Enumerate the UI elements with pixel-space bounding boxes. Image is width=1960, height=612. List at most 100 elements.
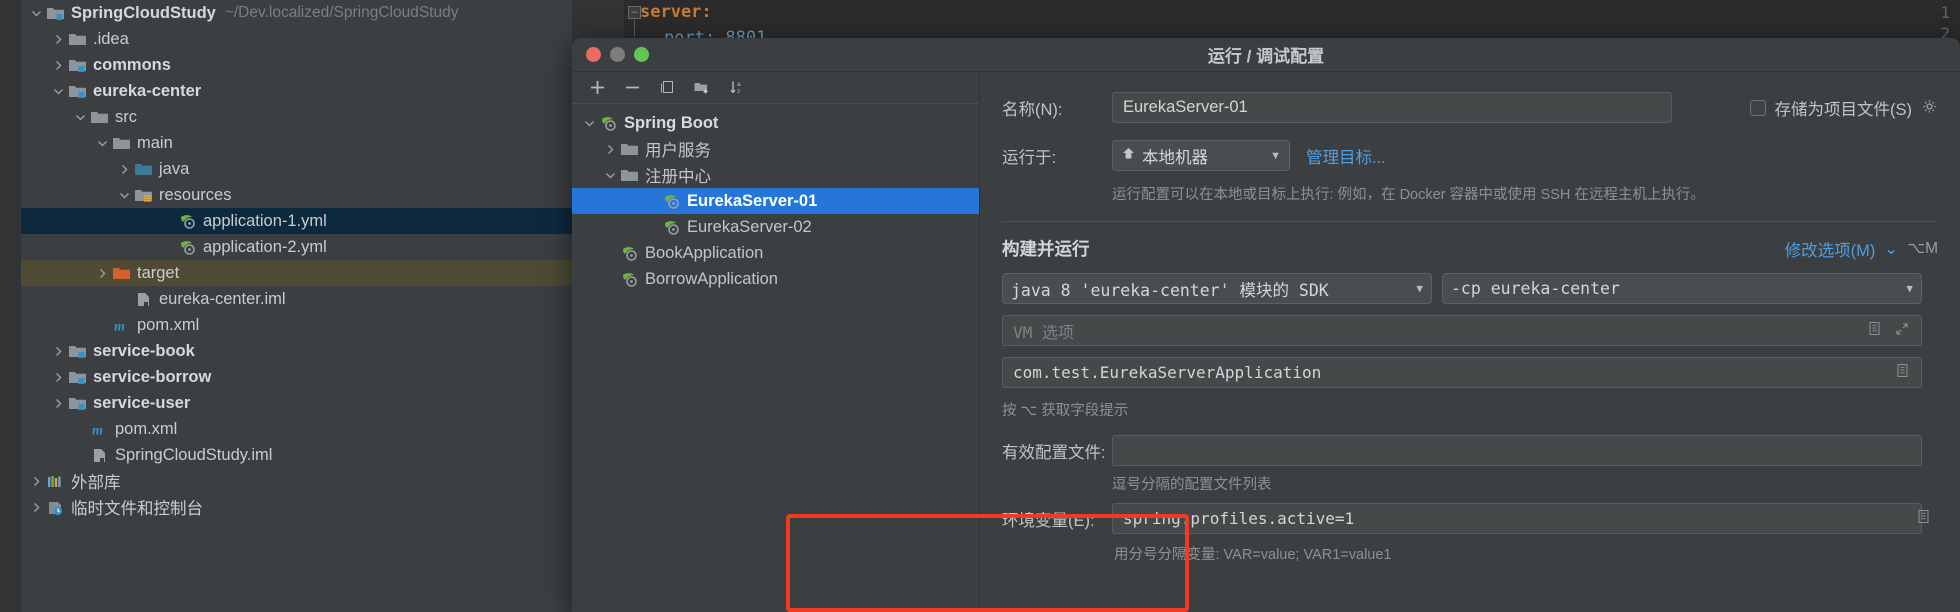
- project-tree-item[interactable]: service-book: [21, 338, 572, 364]
- run-configuration-item[interactable]: BookApplication: [572, 240, 979, 266]
- sdk-classpath-row: java 8 'eureka-center' 模块的 SDK ▼ -cp eur…: [1002, 273, 1938, 304]
- chevron-right-icon[interactable]: [27, 476, 45, 487]
- chevron-down-icon[interactable]: ▼: [1896, 282, 1913, 295]
- tool-window-stripe: [0, 0, 21, 612]
- run-debug-configurations-dialog[interactable]: 运行 / 调试配置 a z Spring Boot 用户服务 注册中心 Eure…: [572, 38, 1960, 612]
- manage-targets-link[interactable]: 管理目标...: [1306, 144, 1386, 168]
- project-tree-item[interactable]: m pom.xml: [21, 312, 572, 338]
- classpath-combo[interactable]: -cp eureka-center ▼: [1442, 273, 1922, 304]
- main-class-input[interactable]: com.test.EurekaServerApplication: [1002, 357, 1922, 388]
- svg-text:m: m: [114, 319, 125, 334]
- project-tree-panel[interactable]: SpringCloudStudy ~/Dev.localized/SpringCl…: [0, 0, 572, 612]
- chevron-right-icon[interactable]: [27, 502, 45, 513]
- project-tree-item-label: service-borrow: [93, 367, 212, 386]
- project-tree-item[interactable]: resources: [21, 182, 572, 208]
- chevron-down-icon[interactable]: [601, 170, 619, 181]
- chevron-right-icon[interactable]: [93, 268, 111, 279]
- project-tree-item[interactable]: application-1.yml: [21, 208, 572, 234]
- project-tree-item[interactable]: service-borrow: [21, 364, 572, 390]
- dialog-title: 运行 / 调试配置: [1207, 47, 1325, 66]
- chevron-down-icon[interactable]: [115, 190, 133, 201]
- project-tree-item-label: eureka-center: [93, 81, 202, 100]
- store-as-project-file-row[interactable]: 存储为项目文件(S): [1749, 96, 1939, 120]
- project-tree-item[interactable]: SpringCloudStudy.iml: [21, 442, 572, 468]
- spring-boot-icon: [619, 244, 640, 262]
- close-window-icon[interactable]: [586, 47, 601, 62]
- spring-yaml-icon: [177, 212, 198, 230]
- window-controls[interactable]: [586, 47, 649, 62]
- chevron-down-icon[interactable]: ▼: [1406, 282, 1423, 295]
- project-tree-item[interactable]: service-user: [21, 390, 572, 416]
- vm-options-placeholder: VM 选项: [1013, 322, 1074, 342]
- chevron-down-icon[interactable]: [71, 112, 89, 123]
- expand-arrows-icon[interactable]: [1895, 321, 1909, 340]
- chevron-down-icon[interactable]: [27, 8, 45, 19]
- run-on-target-combo[interactable]: 本地机器 ▼: [1112, 140, 1290, 171]
- project-tree-item[interactable]: main: [21, 130, 572, 156]
- project-tree-item[interactable]: eureka-center: [21, 78, 572, 104]
- chevron-right-icon[interactable]: [49, 34, 67, 45]
- maven-icon: m: [89, 420, 110, 438]
- maximize-window-icon[interactable]: [634, 47, 649, 62]
- folder-icon: [619, 166, 640, 184]
- run-configuration-item[interactable]: BorrowApplication: [572, 266, 979, 292]
- sdk-combo[interactable]: java 8 'eureka-center' 模块的 SDK ▼: [1002, 273, 1432, 304]
- chevron-right-icon[interactable]: [49, 60, 67, 71]
- remove-configuration-button[interactable]: [617, 75, 647, 101]
- chevron-right-icon[interactable]: [601, 144, 619, 155]
- run-configuration-item[interactable]: EurekaServer-01: [572, 188, 979, 214]
- sort-alphabetically-button[interactable]: a z: [722, 75, 752, 101]
- expand-editor-icon[interactable]: [1868, 321, 1881, 340]
- svg-text:a: a: [737, 81, 741, 88]
- edit-env-vars-icon[interactable]: [1917, 509, 1930, 529]
- active-profiles-input[interactable]: [1112, 435, 1922, 466]
- new-folder-button[interactable]: [687, 75, 717, 101]
- project-tree-item[interactable]: java: [21, 156, 572, 182]
- project-tree-item[interactable]: 外部库: [21, 468, 572, 494]
- run-configuration-item[interactable]: 注册中心: [572, 162, 979, 188]
- main-class-value: com.test.EurekaServerApplication: [1013, 363, 1322, 382]
- store-as-project-file-checkbox[interactable]: [1749, 99, 1766, 116]
- copy-configuration-button[interactable]: [652, 75, 682, 101]
- chevron-right-icon[interactable]: [49, 346, 67, 357]
- chevron-down-icon[interactable]: [93, 138, 111, 149]
- build-and-run-title: 构建并运行: [1002, 239, 1090, 259]
- configuration-settings-pane[interactable]: 名称(N): EurekaServer-01 存储为项目文件(S) 运行于: 本…: [980, 72, 1960, 612]
- project-tree-item[interactable]: SpringCloudStudy ~/Dev.localized/SpringCl…: [21, 0, 572, 26]
- chevron-down-icon[interactable]: [580, 118, 598, 129]
- chevron-right-icon[interactable]: [115, 164, 133, 175]
- project-tree-item[interactable]: src: [21, 104, 572, 130]
- chevron-right-icon[interactable]: [49, 398, 67, 409]
- minimize-window-icon[interactable]: [610, 47, 625, 62]
- project-tree-item[interactable]: m pom.xml: [21, 416, 572, 442]
- spring-boot-icon: [661, 192, 682, 210]
- configurations-list[interactable]: Spring Boot 用户服务 注册中心 EurekaServer-01 Eureka…: [572, 104, 979, 292]
- browse-class-icon[interactable]: [1896, 363, 1909, 382]
- project-tree-item-label: .idea: [93, 29, 129, 48]
- vm-options-input[interactable]: VM 选项: [1002, 315, 1922, 346]
- configurations-toolbar[interactable]: a z: [572, 72, 979, 104]
- chevron-down-icon[interactable]: ▼: [1260, 150, 1281, 162]
- add-configuration-button[interactable]: [582, 75, 612, 101]
- env-vars-input[interactable]: spring.profiles.active=1: [1112, 503, 1922, 534]
- chevron-down-icon[interactable]: [49, 86, 67, 97]
- chevron-down-icon[interactable]: ⌄: [1884, 239, 1898, 259]
- project-tree-item[interactable]: application-2.yml: [21, 234, 572, 260]
- chevron-right-icon[interactable]: [49, 372, 67, 383]
- env-vars-hint: 用分号分隔变量: VAR=value; VAR1=value1: [1114, 547, 1392, 563]
- gear-icon[interactable]: [1921, 99, 1938, 116]
- project-tree-item[interactable]: target: [21, 260, 572, 286]
- project-tree-item-label: resources: [159, 185, 232, 204]
- project-tree-item[interactable]: commons: [21, 52, 572, 78]
- project-tree-item[interactable]: 临时文件和控制台: [21, 494, 572, 520]
- name-input[interactable]: EurekaServer-01: [1112, 92, 1672, 123]
- run-configuration-item[interactable]: EurekaServer-02: [572, 214, 979, 240]
- configurations-pane[interactable]: a z Spring Boot 用户服务 注册中心 EurekaServer-01 Eu…: [572, 72, 980, 612]
- run-configuration-item[interactable]: 用户服务: [572, 136, 979, 162]
- run-configuration-item[interactable]: Spring Boot: [572, 110, 979, 136]
- project-tree-item[interactable]: eureka-center.iml: [21, 286, 572, 312]
- project-tree-item[interactable]: .idea: [21, 26, 572, 52]
- svg-text:m: m: [92, 423, 103, 438]
- modify-options-link[interactable]: 修改选项(M): [1785, 237, 1876, 261]
- code-fold-icon[interactable]: –: [628, 6, 641, 19]
